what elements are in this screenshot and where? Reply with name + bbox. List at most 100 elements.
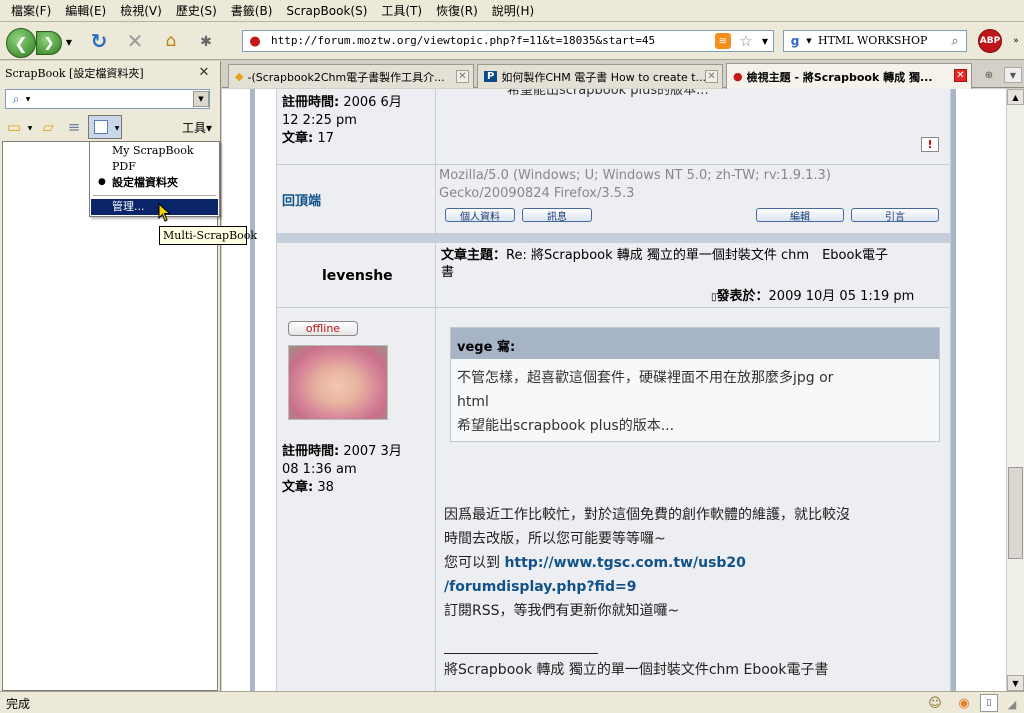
sidebar-header: ScrapBook [設定檔資料夾] ✕	[0, 61, 221, 85]
reg-label: 註冊時間:	[282, 444, 340, 459]
quote-button[interactable]: 引言	[851, 208, 939, 223]
sidebar-tools-menu[interactable]: 工具▾	[182, 119, 212, 136]
sidebar-search-field[interactable]: ⌕ ▼ ▼	[5, 89, 210, 109]
tab-close-icon[interactable]: ✕	[705, 70, 718, 83]
forum-link[interactable]: /forumdisplay.php?fid=9	[444, 579, 636, 595]
puzzle-icon[interactable]: ✱	[196, 32, 216, 52]
scroll-up-icon[interactable]: ▲	[1007, 89, 1024, 105]
menu-item-profile-folder[interactable]: ● 設定檔資料夾	[91, 175, 218, 191]
search-input[interactable]: HTML WORKSHOP	[818, 34, 927, 47]
reload-icon[interactable]: ↻	[88, 29, 110, 53]
pm-button-label: 訊息	[547, 211, 567, 223]
menu-restore[interactable]: 恢復(R)	[429, 2, 485, 19]
quote-header: vege 寫:	[451, 328, 939, 359]
sort-icon[interactable]: ≡	[64, 118, 84, 136]
new-tab-icon[interactable]: ⊕	[980, 67, 998, 83]
report-icon[interactable]: !	[921, 137, 939, 152]
new-folder-dropdown-icon[interactable]: ▼	[26, 124, 34, 132]
search-icon[interactable]: ⌕	[946, 33, 964, 49]
pm-button[interactable]: 訊息	[522, 208, 592, 223]
tab-label: 檢視主題 - 將Scrapbook 轉成 獨...	[746, 70, 933, 84]
adblock-icon[interactable]: ABP	[978, 29, 1002, 53]
user-agent-line: Gecko/20090824 Firefox/3.5.3	[439, 186, 635, 201]
bookmark-star-icon[interactable]: ☆	[737, 32, 755, 50]
menu-edit[interactable]: 編輯(E)	[58, 2, 113, 19]
menu-bar: 檔案(F) 編輯(E) 檢視(V) 歷史(S) 書籤(B) ScrapBook(…	[0, 0, 1024, 22]
search-mode-dropdown-icon[interactable]: ▼	[24, 94, 32, 104]
edit-button[interactable]: 編輯	[756, 208, 844, 223]
offline-badge: offline	[288, 321, 358, 336]
post-body-line: 因爲最近工作比較忙，對於這個免費的創作軟體的維護，就比較沒	[444, 507, 850, 523]
menu-help[interactable]: 說明(H)	[485, 2, 541, 19]
scrapbook-tree[interactable]	[2, 141, 218, 691]
quote-line: 不管怎樣，超喜歡這個套件，硬碟裡面不用在放那麼多jpg or	[457, 370, 834, 386]
status-text: 完成	[6, 697, 31, 711]
menu-file[interactable]: 檔案(F)	[4, 2, 58, 19]
vertical-scrollbar[interactable]: ▲ ▼	[1006, 89, 1024, 691]
post-body: 因爲最近工作比較忙，對於這個免費的創作軟體的維護，就比較沒 時間去改版，所以您可…	[444, 503, 949, 623]
reg-value: 12 2:25 pm	[282, 113, 357, 128]
tab-view-topic[interactable]: ● 檢視主題 - 將Scrapbook 轉成 獨... ✕	[726, 63, 972, 89]
tab-close-icon[interactable]: ✕	[456, 70, 469, 83]
scroll-thumb[interactable]	[1008, 467, 1023, 559]
url-dropdown-icon[interactable]: ▼	[759, 35, 771, 47]
reg-value: 2007 3月	[343, 444, 402, 459]
avatar[interactable]	[288, 345, 388, 420]
menu-view[interactable]: 檢視(V)	[113, 2, 169, 19]
new-folder-icon[interactable]: ▭	[4, 118, 24, 136]
posts-value: 17	[317, 131, 334, 146]
tab-chm-howto[interactable]: P 如何製作CHM 電子書 How to create t... ✕	[477, 64, 723, 88]
page-icon[interactable]: ▯	[980, 694, 998, 712]
url-text: http://forum.moztw.org/viewtopic.php?f=1…	[271, 34, 656, 47]
menu-scrapbook[interactable]: ScrapBook(S)	[279, 4, 374, 18]
subject-label: 文章主題：	[441, 248, 507, 263]
reg-label: 註冊時間:	[282, 95, 340, 110]
history-dropdown-icon[interactable]: ▼	[64, 36, 74, 48]
multi-scrapbook-button[interactable]: ▼	[88, 115, 122, 139]
user-agent-line: Mozilla/5.0 (Windows; U; Windows NT 5.0;…	[439, 168, 831, 183]
menu-bookmarks[interactable]: 書籤(B)	[224, 2, 280, 19]
posted-label: 發表於：	[716, 289, 769, 304]
reg-value: 08 1:36 am	[282, 462, 357, 477]
menu-item-my-scrapbook[interactable]: My ScrapBook	[91, 143, 218, 159]
rss-icon[interactable]: ≋	[715, 33, 731, 49]
subject-text: 書	[441, 265, 455, 280]
search-box[interactable]: g ▼ HTML WORKSHOP ⌕	[783, 30, 967, 52]
usb20-link[interactable]: http://www.tgsc.com.tw/usb20	[504, 555, 745, 571]
address-bar[interactable]: ● http://forum.moztw.org/viewtopic.php?f…	[242, 30, 774, 52]
sidebar-title: ScrapBook [設定檔資料夾]	[5, 67, 144, 80]
firefox-icon[interactable]: ◉	[954, 694, 974, 712]
google-icon[interactable]: g	[786, 33, 804, 49]
engine-dropdown-icon[interactable]: ▼	[804, 36, 814, 46]
menu-separator	[93, 195, 216, 196]
menu-history[interactable]: 歷史(S)	[169, 2, 224, 19]
stop-icon[interactable]: ✕	[124, 29, 146, 53]
tab-favicon-icon: ●	[733, 70, 743, 83]
page-content: 希望能出scrapbook plus的版本... 註冊時間: 2006 6月 1…	[222, 89, 1006, 691]
home-icon[interactable]: ⌂	[160, 30, 182, 52]
menu-tools[interactable]: 工具(T)	[374, 2, 429, 19]
menu-item-manage[interactable]: 管理...	[91, 199, 218, 215]
back-to-top-link[interactable]: 回頂端	[282, 190, 321, 209]
back-button[interactable]: ❮	[6, 28, 36, 58]
forward-button[interactable]: ❯	[36, 31, 62, 55]
post-author[interactable]: levenshe	[322, 268, 393, 284]
tab-scrapbook2chm[interactable]: ◆ -(Scrapbook2Chm電子書製作工具介... ✕	[228, 64, 474, 88]
profile-button[interactable]: 個人資料	[445, 208, 515, 223]
menu-item-pdf[interactable]: PDF	[91, 159, 218, 175]
open-folder-icon[interactable]: ▱	[38, 118, 58, 136]
post-body-line: 訂閱RSS，等我們有更新你就知道囉~	[444, 603, 680, 619]
tab-close-icon[interactable]: ✕	[954, 69, 967, 82]
status-face-icon[interactable]: ☺	[925, 694, 945, 712]
search-history-dropdown-icon[interactable]: ▼	[193, 91, 209, 107]
post-separator	[276, 234, 951, 242]
tab-favicon-icon: ◆	[235, 70, 244, 83]
resize-grip-icon: ◢	[1007, 697, 1017, 711]
site-favicon-icon: ●	[249, 33, 261, 49]
toolbar-overflow-icon[interactable]: »	[1010, 34, 1022, 48]
list-all-tabs-icon[interactable]: ▼	[1004, 67, 1022, 83]
close-icon[interactable]: ✕	[196, 64, 212, 80]
signature: 將Scrapbook 轉成 獨立的單一個封裝文件chm Ebook電子書	[444, 662, 829, 678]
scroll-down-icon[interactable]: ▼	[1007, 675, 1024, 691]
tab-label: -(Scrapbook2Chm電子書製作工具介...	[247, 70, 445, 84]
